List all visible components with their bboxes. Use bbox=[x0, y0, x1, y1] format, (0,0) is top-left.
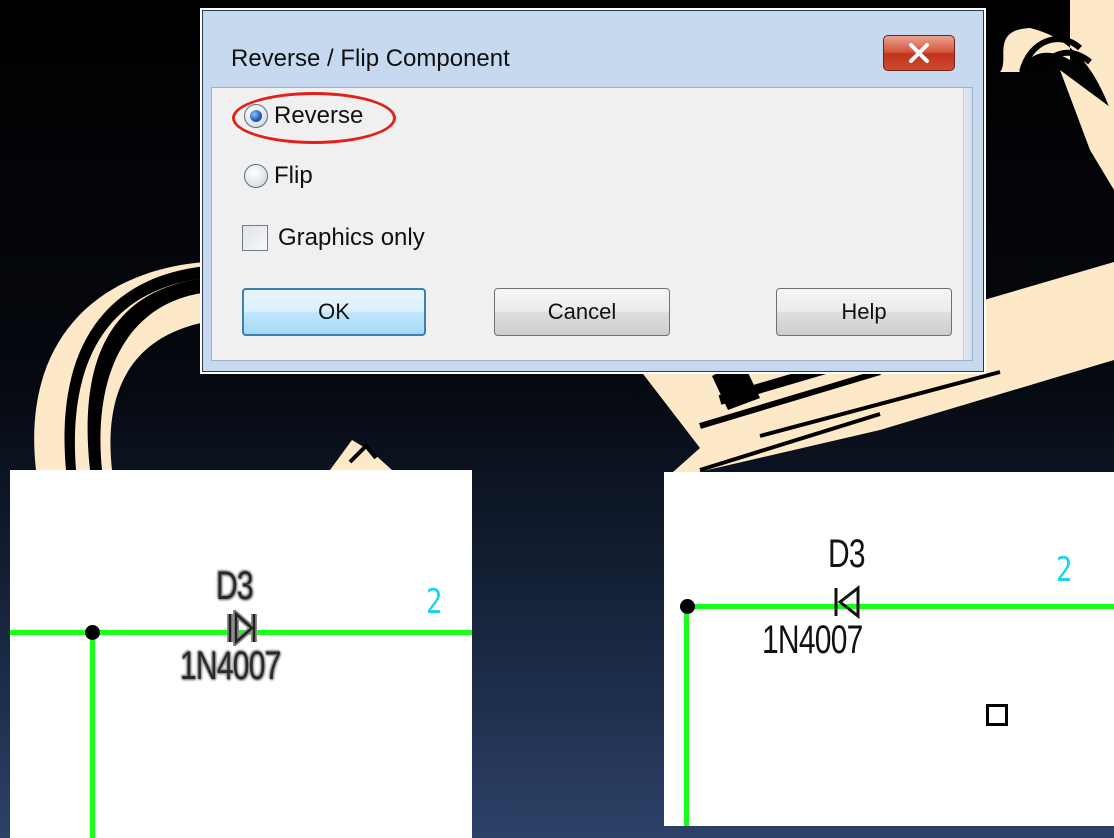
schematic-before-panel: 2 D3 1N4007 bbox=[10, 470, 472, 838]
wire-vertical bbox=[684, 606, 689, 826]
component-ref-designator: D3 bbox=[828, 532, 866, 576]
reverse-label: Reverse bbox=[274, 102, 364, 129]
flip-radio-option[interactable]: Flip bbox=[244, 162, 313, 190]
close-x-icon bbox=[909, 43, 929, 63]
reverse-radio[interactable] bbox=[244, 104, 268, 128]
close-button[interactable] bbox=[883, 35, 955, 71]
pin-number: 2 bbox=[426, 582, 443, 622]
wire-junction-dot bbox=[680, 599, 695, 614]
component-origin-marker bbox=[986, 704, 1008, 726]
curved-arrow-right-top-stroke2 bbox=[1037, 50, 1092, 74]
wire-vertical bbox=[90, 632, 95, 838]
dialog-titlebar[interactable]: Reverse / Flip Component bbox=[203, 11, 983, 87]
flip-label: Flip bbox=[274, 162, 313, 189]
wire-junction-dot bbox=[85, 625, 100, 640]
dialog-client-area: Reverse Flip Graphics only OK Cancel Hel… bbox=[211, 87, 973, 361]
flip-radio[interactable] bbox=[244, 164, 268, 188]
diode-symbol-icon bbox=[227, 610, 257, 646]
reverse-flip-dialog: Reverse / Flip Component Reverse Flip Gr… bbox=[202, 10, 984, 372]
graphics-only-label: Graphics only bbox=[278, 224, 425, 251]
graphics-only-checkbox[interactable] bbox=[242, 225, 268, 251]
help-button[interactable]: Help bbox=[776, 288, 952, 336]
wire-horizontal bbox=[682, 604, 1114, 609]
ok-button[interactable]: OK bbox=[242, 288, 426, 336]
dialog-edge-strip bbox=[963, 88, 972, 360]
graphics-only-option[interactable]: Graphics only bbox=[242, 224, 425, 252]
diode-symbol-reversed-icon bbox=[834, 584, 860, 620]
cancel-button[interactable]: Cancel bbox=[494, 288, 670, 336]
schematic-after-panel: 2 D3 1N4007 bbox=[664, 472, 1114, 826]
component-part-value: 1N4007 bbox=[180, 644, 281, 688]
radio-selected-dot bbox=[250, 110, 262, 122]
curved-arrow-left-head bbox=[330, 440, 392, 470]
component-part-value: 1N4007 bbox=[762, 618, 863, 662]
component-ref-designator: D3 bbox=[216, 564, 254, 608]
reverse-radio-option[interactable]: Reverse bbox=[244, 102, 363, 130]
pin-number: 2 bbox=[1056, 550, 1073, 590]
dialog-title: Reverse / Flip Component bbox=[231, 45, 510, 72]
